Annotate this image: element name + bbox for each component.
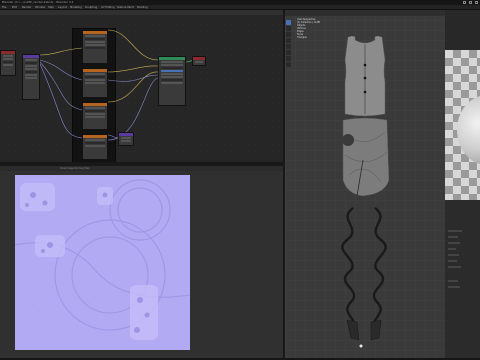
properties-editor[interactable] bbox=[445, 200, 480, 358]
normal-map-detail bbox=[15, 179, 190, 350]
node-image-texture-roughness[interactable] bbox=[82, 68, 108, 98]
image-editor[interactable]: View Image Normal_Map bbox=[0, 166, 283, 358]
property-row[interactable] bbox=[448, 242, 460, 244]
node-normal-map[interactable] bbox=[118, 132, 134, 146]
node-image-texture-metallic[interactable] bbox=[82, 102, 108, 130]
left-shoe bbox=[346, 319, 360, 341]
node-texture-coordinate[interactable] bbox=[0, 50, 16, 76]
right-lace-boot bbox=[372, 207, 387, 331]
outfit-model[interactable] bbox=[285, 10, 445, 358]
property-row[interactable] bbox=[448, 266, 461, 268]
node-image-texture-basecolor[interactable] bbox=[82, 30, 108, 64]
node-mapping[interactable] bbox=[22, 54, 40, 100]
skirt-garment bbox=[342, 117, 390, 197]
minimize-icon[interactable] bbox=[463, 1, 466, 4]
normal-map-texture[interactable] bbox=[15, 175, 190, 350]
property-row[interactable] bbox=[448, 254, 459, 256]
image-editor-header-text: View Image Normal_Map bbox=[60, 167, 90, 170]
property-row[interactable] bbox=[448, 236, 458, 238]
property-row[interactable] bbox=[448, 286, 460, 288]
property-row[interactable] bbox=[448, 280, 458, 282]
node-principled-bsdf[interactable] bbox=[158, 56, 186, 106]
button-icon bbox=[363, 90, 367, 94]
window-controls bbox=[463, 1, 478, 4]
node-material-output[interactable] bbox=[192, 56, 206, 66]
button-icon bbox=[363, 63, 367, 67]
right-shoe bbox=[370, 319, 382, 341]
property-row[interactable] bbox=[448, 260, 457, 262]
material-preview[interactable] bbox=[445, 50, 480, 200]
close-icon[interactable] bbox=[475, 1, 478, 4]
rose-embellishment bbox=[342, 134, 354, 146]
shader-node-editor[interactable] bbox=[0, 10, 283, 162]
property-row[interactable] bbox=[448, 230, 462, 232]
3d-viewport[interactable]: User Perspective (1) Collection | Outfit… bbox=[285, 10, 445, 358]
maximize-icon[interactable] bbox=[469, 1, 472, 4]
node-links bbox=[39, 29, 196, 141]
node-image-texture-normal[interactable] bbox=[82, 134, 108, 160]
property-row[interactable] bbox=[448, 248, 456, 250]
left-lace-boot bbox=[341, 207, 356, 331]
image-editor-header: View Image Normal_Map bbox=[0, 166, 283, 171]
origin-icon bbox=[359, 344, 363, 348]
button-icon bbox=[363, 76, 367, 80]
